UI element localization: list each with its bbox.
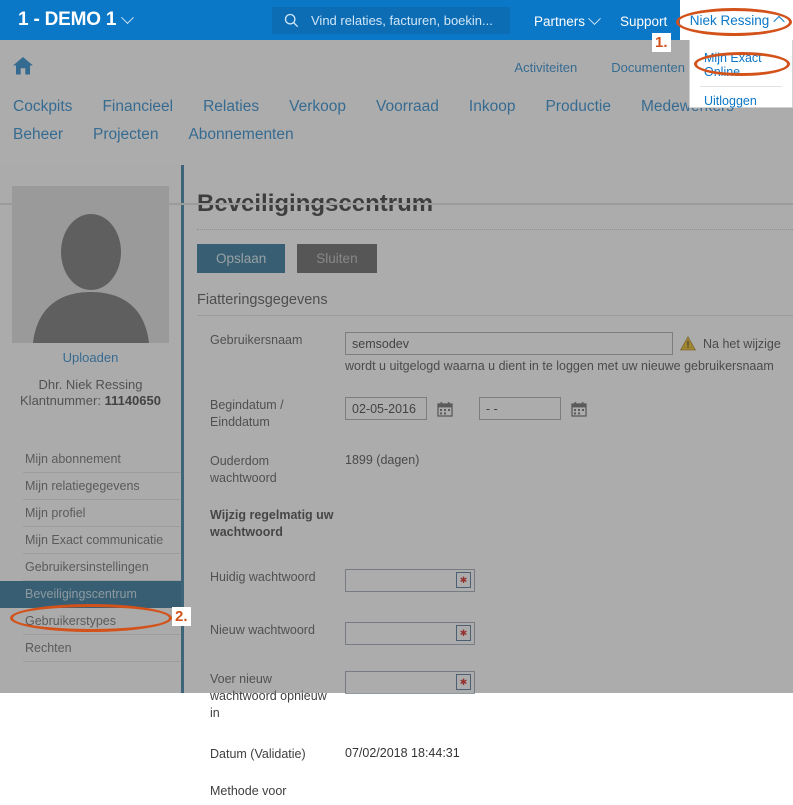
nav-activiteiten[interactable]: Activiteiten — [514, 60, 577, 75]
validation-date-value: 07/02/2018 18:44:31 — [345, 746, 460, 760]
sidebar-item-gebruikerstypes[interactable]: Gebruikerstypes — [23, 608, 181, 635]
nav-inkoop[interactable]: Inkoop — [469, 98, 516, 116]
new-password-cell: ✱ — [345, 610, 793, 649]
user-silhouette-icon — [32, 214, 149, 343]
customer-number-value: 11140650 — [104, 393, 161, 408]
title-divider — [197, 229, 793, 230]
calendar-icon[interactable] — [571, 401, 588, 417]
current-password-cell: ✱ — [345, 557, 793, 596]
username-value-cell: Na het wijzige wordt u uitgelogd waarna … — [345, 320, 793, 377]
search-input[interactable] — [309, 12, 499, 29]
dates-value-cell — [345, 385, 793, 424]
dropdown-item-mijn-exact-online[interactable]: Mijn Exact Online — [690, 44, 792, 86]
calendar-icon[interactable] — [437, 401, 454, 417]
chevron-up-icon — [773, 15, 785, 28]
password-age-value: 1899 (dagen) — [345, 453, 420, 467]
chevron-down-icon — [588, 12, 601, 26]
nav-productie[interactable]: Productie — [545, 98, 610, 116]
form-row-dates: Begindatum / Einddatum — [197, 385, 793, 435]
main-navigation: Activiteiten Documenten Cockpits Financi… — [0, 40, 793, 205]
change-regularly-spacer — [345, 495, 793, 529]
security-form: Gebruikersnaam Na het wijzige wordt u ui… — [197, 320, 793, 805]
nav-beheer[interactable]: Beheer — [13, 126, 63, 144]
warning-triangle-icon — [680, 336, 696, 351]
new-password-label: Nieuw wachtwoord — [210, 623, 315, 637]
password-age-label: Ouderdom wachtwoord — [210, 454, 277, 485]
username-label: Gebruikersnaam — [210, 333, 303, 347]
nav-voorraad[interactable]: Voorraad — [376, 98, 439, 116]
page-body: Uploaden Dhr. Niek Ressing Klantnummer: … — [0, 165, 793, 798]
nav-secondary-links: Activiteiten Documenten — [514, 60, 685, 75]
form-row-validation-date: Datum (Validatie) 07/02/2018 18:44:31 — [197, 734, 793, 767]
main-content: Beveiligingscentrum Opslaan Sluiten Fiat… — [184, 165, 793, 798]
upload-avatar-link[interactable]: Uploaden — [0, 350, 181, 365]
form-divider — [197, 315, 793, 316]
form-row-password-age: Ouderdom wachtwoord 1899 (dagen) — [197, 441, 793, 491]
user-dropdown-menu: Mijn Exact Online Uitloggen — [689, 40, 793, 108]
company-name: 1 - DEMO 1 — [18, 9, 117, 30]
nav-cockpits[interactable]: Cockpits — [13, 98, 72, 116]
global-search[interactable] — [272, 7, 510, 34]
dropdown-item-uitloggen[interactable]: Uitloggen — [690, 87, 792, 115]
sidebar-menu: Mijn abonnement Mijn relatiegegevens Mij… — [0, 446, 181, 662]
method-label: Methode voor — [210, 784, 287, 798]
sidebar-customer-number: Klantnummer: 11140650 — [0, 393, 181, 408]
repeat-password-cell: ✱ — [345, 659, 793, 698]
required-asterisk-icon: ✱ — [456, 625, 471, 641]
required-asterisk-icon: ✱ — [456, 572, 471, 588]
form-row-method: Methode voor — [197, 771, 793, 805]
nav-verkoop[interactable]: Verkoop — [289, 98, 346, 116]
section-title: Fiatteringsgegevens — [197, 292, 328, 308]
nav-documenten[interactable]: Documenten — [611, 60, 685, 75]
avatar[interactable] — [12, 186, 169, 343]
partners-menu[interactable]: Partners — [534, 12, 601, 29]
chevron-down-icon — [121, 10, 135, 24]
company-switcher[interactable]: 1 - DEMO 1 — [0, 9, 135, 31]
action-buttons: Opslaan Sluiten — [197, 244, 377, 273]
change-regularly-label: Wijzig regelmatig uw wachtwoord — [210, 508, 334, 539]
validation-date-label: Datum (Validatie) — [210, 747, 306, 761]
sidebar-item-rechten[interactable]: Rechten — [23, 635, 181, 662]
nav-financieel[interactable]: Financieel — [102, 98, 173, 116]
form-row-new-password: Nieuw wachtwoord ✱ — [197, 610, 793, 649]
top-bar: 1 - DEMO 1 Partners Support — [0, 0, 793, 40]
support-link[interactable]: Support — [620, 14, 667, 29]
sidebar-user-name: Dhr. Niek Ressing — [38, 377, 143, 392]
username-warning-text-line2: wordt u uitgelogd waarna u dient in te l… — [345, 359, 774, 373]
sidebar-item-gebruikersinstellingen[interactable]: Gebruikersinstellingen — [23, 554, 181, 581]
partners-label: Partners — [534, 14, 586, 29]
sidebar-item-mijn-profiel[interactable]: Mijn profiel — [23, 500, 181, 527]
support-label: Support — [620, 14, 668, 29]
sidebar-item-mijn-relatiegegevens[interactable]: Mijn relatiegegevens — [23, 473, 181, 500]
end-date-input[interactable] — [478, 397, 561, 420]
user-menu-label: Niek Ressing — [689, 12, 770, 28]
search-icon — [284, 13, 299, 28]
required-asterisk-icon: ✱ — [456, 674, 471, 690]
nav-divider — [0, 203, 793, 205]
username-warning-text: Na het wijzige — [703, 336, 781, 351]
sidebar-item-mijn-exact-communicatie[interactable]: Mijn Exact communicatie — [23, 527, 181, 554]
username-input[interactable] — [345, 332, 673, 355]
sidebar-item-mijn-abonnement[interactable]: Mijn abonnement — [23, 446, 181, 473]
home-icon[interactable] — [12, 56, 34, 76]
dates-label: Begindatum / Einddatum — [210, 398, 284, 429]
nav-projecten[interactable]: Projecten — [93, 126, 158, 144]
close-button[interactable]: Sluiten — [297, 244, 377, 273]
current-password-label: Huidig wachtwoord — [210, 570, 316, 584]
sidebar-item-beveiligingscentrum[interactable]: Beveiligingscentrum — [0, 581, 181, 608]
sidebar: Uploaden Dhr. Niek Ressing Klantnummer: … — [0, 165, 184, 693]
nav-abonnementen[interactable]: Abonnementen — [188, 126, 293, 144]
method-value-cell — [345, 771, 793, 805]
form-row-username: Gebruikersnaam Na het wijzige wordt u ui… — [197, 320, 793, 377]
start-date-input[interactable] — [345, 397, 427, 420]
nav-primary-links: Cockpits Financieel Relaties Verkoop Voo… — [13, 98, 793, 144]
form-row-current-password: Huidig wachtwoord ✱ — [197, 557, 793, 596]
save-button[interactable]: Opslaan — [197, 244, 286, 273]
nav-relaties[interactable]: Relaties — [203, 98, 259, 116]
customer-number-label: Klantnummer: — [20, 393, 101, 408]
form-row-change-regularly: Wijzig regelmatig uw wachtwoord — [197, 495, 793, 545]
user-menu-button[interactable]: Niek Ressing — [680, 0, 793, 40]
